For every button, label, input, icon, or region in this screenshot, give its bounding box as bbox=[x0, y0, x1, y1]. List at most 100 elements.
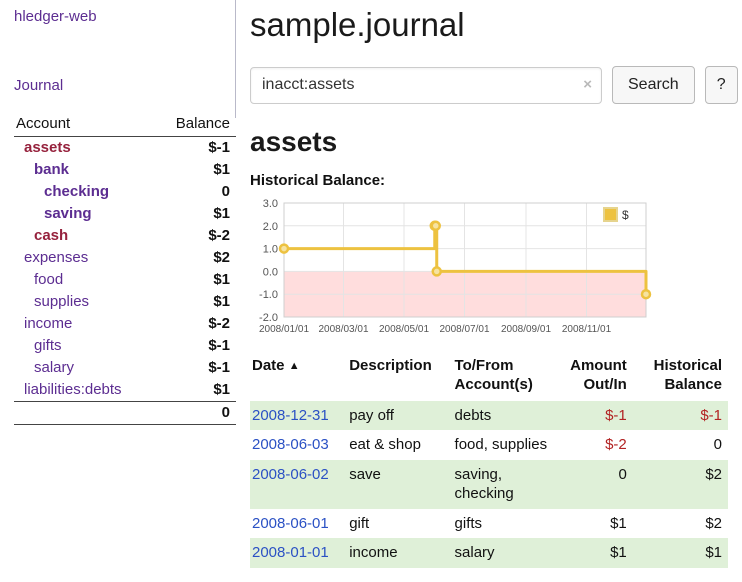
y-tick-label: 3.0 bbox=[263, 198, 278, 210]
data-point-marker bbox=[642, 290, 650, 298]
account-balance: $2 bbox=[156, 247, 236, 269]
account-balance-table: Account Balance assets$-1bank$1checking0… bbox=[14, 112, 236, 425]
sidebar-divider bbox=[235, 0, 236, 118]
account-row: food $1 bbox=[14, 269, 236, 291]
historical-balance-chart: $3.02.01.00.0-1.0-2.02008/01/012008/03/0… bbox=[250, 197, 738, 341]
transaction-description: eat & shop bbox=[347, 430, 452, 460]
account-table-header-row: Account Balance bbox=[14, 112, 236, 137]
account-row: supplies$1 bbox=[14, 291, 236, 313]
account-row: assets$-1 bbox=[14, 137, 236, 160]
date-column-header[interactable]: Date ▲ bbox=[250, 355, 347, 401]
chart-legend: $ bbox=[604, 208, 629, 222]
transaction-date-link[interactable]: 2008-06-02 bbox=[252, 466, 329, 483]
balance-column-header: Balance bbox=[156, 112, 236, 137]
help-button[interactable]: ? bbox=[705, 66, 738, 104]
sidebar-item-journal[interactable]: Journal bbox=[14, 77, 236, 94]
app-title-link[interactable]: hledger-web bbox=[14, 8, 236, 25]
transaction-balance: $1 bbox=[633, 538, 728, 568]
y-tick-label: 1.0 bbox=[263, 244, 278, 256]
account-row: bank $1 bbox=[14, 159, 236, 181]
amount-column-header: Amount Out/In bbox=[558, 355, 633, 401]
legend-label: $ bbox=[622, 208, 629, 222]
x-tick-label: 2008/03/01 bbox=[318, 324, 368, 335]
transactions-header-row: Date ▲ Description To/From Account(s) Am… bbox=[250, 355, 728, 401]
account-link[interactable]: salary bbox=[34, 359, 74, 376]
account-link[interactable]: saving bbox=[44, 205, 92, 222]
account-link[interactable]: food bbox=[34, 271, 63, 288]
account-link[interactable]: expenses bbox=[24, 249, 88, 266]
account-row: income $-2 bbox=[14, 313, 236, 335]
search-input[interactable] bbox=[250, 67, 602, 104]
date-header-label: Date bbox=[252, 357, 285, 374]
transaction-amount: $1 bbox=[558, 509, 633, 539]
transaction-row: 2008-06-03eat & shopfood, supplies$-20 bbox=[250, 430, 728, 460]
x-tick-label: 2008/09/01 bbox=[501, 324, 551, 335]
transaction-description: gift bbox=[347, 509, 452, 539]
transaction-accounts: gifts bbox=[453, 509, 558, 539]
x-tick-label: 2008/01/01 bbox=[259, 324, 309, 335]
transaction-accounts: saving, checking bbox=[453, 460, 558, 509]
transaction-description: income bbox=[347, 538, 452, 568]
transaction-balance: $-1 bbox=[633, 401, 728, 431]
account-balance: $-2 bbox=[156, 225, 236, 247]
transaction-amount: $-1 bbox=[558, 401, 633, 431]
account-link[interactable]: checking bbox=[44, 183, 109, 200]
account-table-body: assets$-1bank$1checking0saving$1cash$-2e… bbox=[14, 137, 236, 402]
main-content: sample.journal × Search ? assets Histori… bbox=[236, 0, 742, 568]
transactions-table: Date ▲ Description To/From Account(s) Am… bbox=[250, 355, 728, 568]
balance-column-header-txn: Historical Balance bbox=[633, 355, 728, 401]
transaction-date-link[interactable]: 2008-12-31 bbox=[252, 407, 329, 424]
account-balance: $-1 bbox=[156, 357, 236, 379]
transactions-table-body: 2008-12-31pay offdebts$-1$-12008-06-03ea… bbox=[250, 401, 728, 568]
page-title: sample.journal bbox=[250, 6, 738, 44]
transaction-amount: $1 bbox=[558, 538, 633, 568]
account-balance: $1 bbox=[156, 379, 236, 402]
account-link[interactable]: bank bbox=[34, 161, 69, 178]
search-button[interactable]: Search bbox=[612, 66, 695, 104]
account-link[interactable]: cash bbox=[34, 227, 68, 244]
account-balance: $1 bbox=[156, 159, 236, 181]
account-balance: $-1 bbox=[156, 335, 236, 357]
account-row: checking0 bbox=[14, 181, 236, 203]
transaction-date-link[interactable]: 2008-06-03 bbox=[252, 436, 329, 453]
account-link[interactable]: supplies bbox=[34, 293, 89, 310]
account-link[interactable]: liabilities:debts bbox=[24, 381, 122, 398]
transaction-row: 2008-06-01giftgifts$1$2 bbox=[250, 509, 728, 539]
transaction-date-link[interactable]: 2008-06-01 bbox=[252, 515, 329, 532]
search-box: × bbox=[250, 67, 602, 104]
account-row: salary $-1 bbox=[14, 357, 236, 379]
x-tick-label: 2008/11/01 bbox=[562, 324, 612, 335]
account-balance: $1 bbox=[156, 269, 236, 291]
data-point-marker bbox=[280, 245, 288, 253]
account-row: liabilities:debts $1 bbox=[14, 379, 236, 402]
account-row: saving$1 bbox=[14, 203, 236, 225]
y-tick-label: -1.0 bbox=[259, 289, 278, 301]
legend-swatch bbox=[604, 208, 617, 221]
account-balance: $-2 bbox=[156, 313, 236, 335]
transaction-description: save bbox=[347, 460, 452, 509]
account-link[interactable]: assets bbox=[24, 139, 71, 156]
sort-ascending-icon[interactable]: ▲ bbox=[289, 360, 300, 372]
description-column-header: Description bbox=[347, 355, 452, 401]
sidebar: hledger-web Journal Account Balance asse… bbox=[0, 0, 236, 568]
account-row: expenses $2 bbox=[14, 247, 236, 269]
account-heading: assets bbox=[250, 126, 738, 158]
accounts-column-header: To/From Account(s) bbox=[453, 355, 558, 401]
x-tick-label: 2008/07/01 bbox=[439, 324, 489, 335]
transaction-amount: $-2 bbox=[558, 430, 633, 460]
transaction-row: 2008-06-02 savesaving, checking0$2 bbox=[250, 460, 728, 509]
transaction-amount: 0 bbox=[558, 460, 633, 509]
data-point-marker bbox=[432, 222, 440, 230]
account-link[interactable]: income bbox=[24, 315, 72, 332]
x-tick-label: 2008/05/01 bbox=[379, 324, 429, 335]
search-bar: × Search ? bbox=[250, 66, 738, 104]
chart-svg: $3.02.01.00.0-1.0-2.02008/01/012008/03/0… bbox=[250, 197, 652, 341]
clear-search-icon[interactable]: × bbox=[583, 77, 592, 92]
transaction-balance: 0 bbox=[633, 430, 728, 460]
account-total-spacer bbox=[14, 402, 156, 425]
transaction-date-link[interactable]: 2008-01-01 bbox=[252, 544, 329, 561]
data-point-marker bbox=[433, 267, 441, 275]
account-link[interactable]: gifts bbox=[34, 337, 62, 354]
account-row: gifts $-1 bbox=[14, 335, 236, 357]
transaction-balance: $2 bbox=[633, 460, 728, 509]
